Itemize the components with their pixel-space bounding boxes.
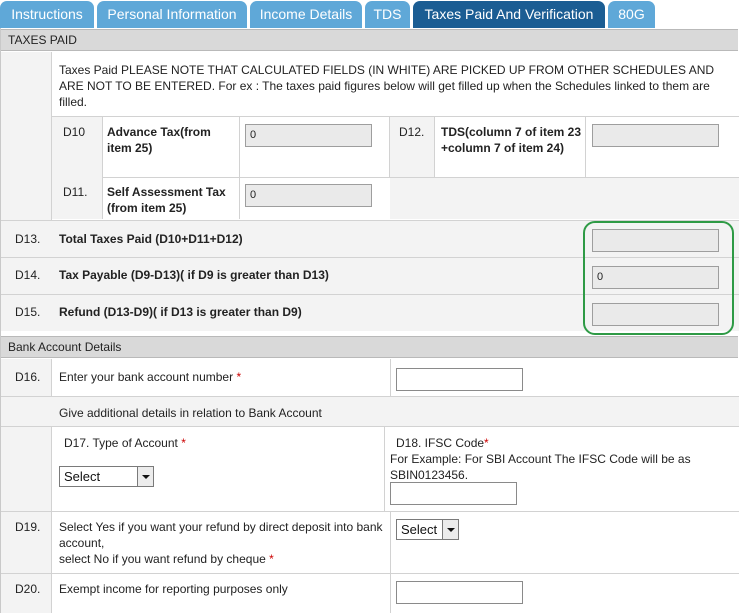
bank-account-header: Bank Account Details <box>1 336 738 358</box>
divider <box>51 574 52 613</box>
divider <box>102 117 103 219</box>
d13-label: Total Taxes Paid (D10+D11+D12) <box>59 232 243 246</box>
d12-label: TDS(column 7 of item 23 +column 7 of ite… <box>441 125 582 155</box>
divider <box>239 117 240 219</box>
refund-mode-select[interactable]: Select <box>396 519 459 540</box>
exempt-income-input[interactable] <box>396 581 523 604</box>
divider <box>1 573 739 574</box>
divider <box>390 359 391 396</box>
account-type-select-value: Select <box>64 469 101 484</box>
d16-label: Enter your bank account number * <box>59 370 242 384</box>
bank-account-number-input[interactable] <box>396 368 523 391</box>
taxes-paid-header: TAXES PAID <box>1 29 738 51</box>
d11-code: D11. <box>63 185 88 199</box>
divider <box>1 511 739 512</box>
d16-code: D16. <box>15 370 41 384</box>
divider <box>51 427 52 511</box>
divider <box>434 117 435 177</box>
tab-bar: Instructions Personal Information Income… <box>0 0 739 28</box>
tab-income-details[interactable]: Income Details <box>250 1 362 28</box>
d15-label: Refund (D13-D9)( if D13 is greater than … <box>59 305 302 319</box>
divider <box>390 512 391 573</box>
tab-taxes-paid-and-verification[interactable]: Taxes Paid And Verification <box>413 1 605 28</box>
calculated-fields-highlight <box>583 221 734 335</box>
d11-self-assessment-tax-field[interactable]: 0 <box>245 184 372 207</box>
code-column <box>1 427 51 511</box>
d10-code: D10 <box>63 125 86 139</box>
additional-details-label: Give additional details in relation to B… <box>59 406 322 420</box>
divider <box>51 512 52 573</box>
d20-label: Exempt income for reporting purposes onl… <box>59 582 288 596</box>
account-type-select[interactable]: Select <box>59 466 154 487</box>
d14-label: Tax Payable (D9-D13)( if D9 is greater t… <box>59 268 329 282</box>
d13-code: D13. <box>15 232 41 246</box>
d15-code: D15. <box>15 305 41 319</box>
empty-cell <box>390 178 739 219</box>
divider <box>51 359 52 396</box>
d11-label: Self Assessment Tax (from item 25) <box>107 185 226 215</box>
d10-label: Advance Tax(from item 25) <box>107 125 211 155</box>
taxes-paid-note: Taxes Paid PLEASE NOTE THAT CALCULATED F… <box>59 63 715 109</box>
d12-code: D12. <box>399 125 425 139</box>
chevron-down-icon[interactable] <box>137 467 153 486</box>
ifsc-code-input[interactable] <box>390 482 517 505</box>
tab-personal-information[interactable]: Personal Information <box>97 1 247 28</box>
d14-code: D14. <box>15 268 41 282</box>
refund-mode-select-value: Select <box>401 522 438 537</box>
d18-example: For Example: For SBI Account The IFSC Co… <box>390 452 691 482</box>
divider <box>384 427 385 511</box>
divider <box>585 117 586 177</box>
divider <box>1 426 739 427</box>
d19-code: D19. <box>15 520 41 534</box>
tab-tds[interactable]: TDS <box>365 1 410 28</box>
d19-label: Select Yes if you want your refund by di… <box>59 520 383 566</box>
divider <box>390 574 391 613</box>
chevron-down-icon[interactable] <box>442 520 458 539</box>
taxes-paid-form: TAXES PAID Taxes Paid PLEASE NOTE THAT C… <box>0 28 739 613</box>
tab-80g[interactable]: 80G <box>608 1 655 28</box>
d17-label: D17. Type of Account * <box>64 436 186 450</box>
d10-advance-tax-field[interactable]: 0 <box>245 124 372 147</box>
tab-instructions[interactable]: Instructions <box>0 1 94 28</box>
left-gutter <box>1 52 51 220</box>
d18-label: D18. IFSC Code* <box>396 436 489 450</box>
d12-tds-field[interactable] <box>592 124 719 147</box>
d20-code: D20. <box>15 582 41 596</box>
